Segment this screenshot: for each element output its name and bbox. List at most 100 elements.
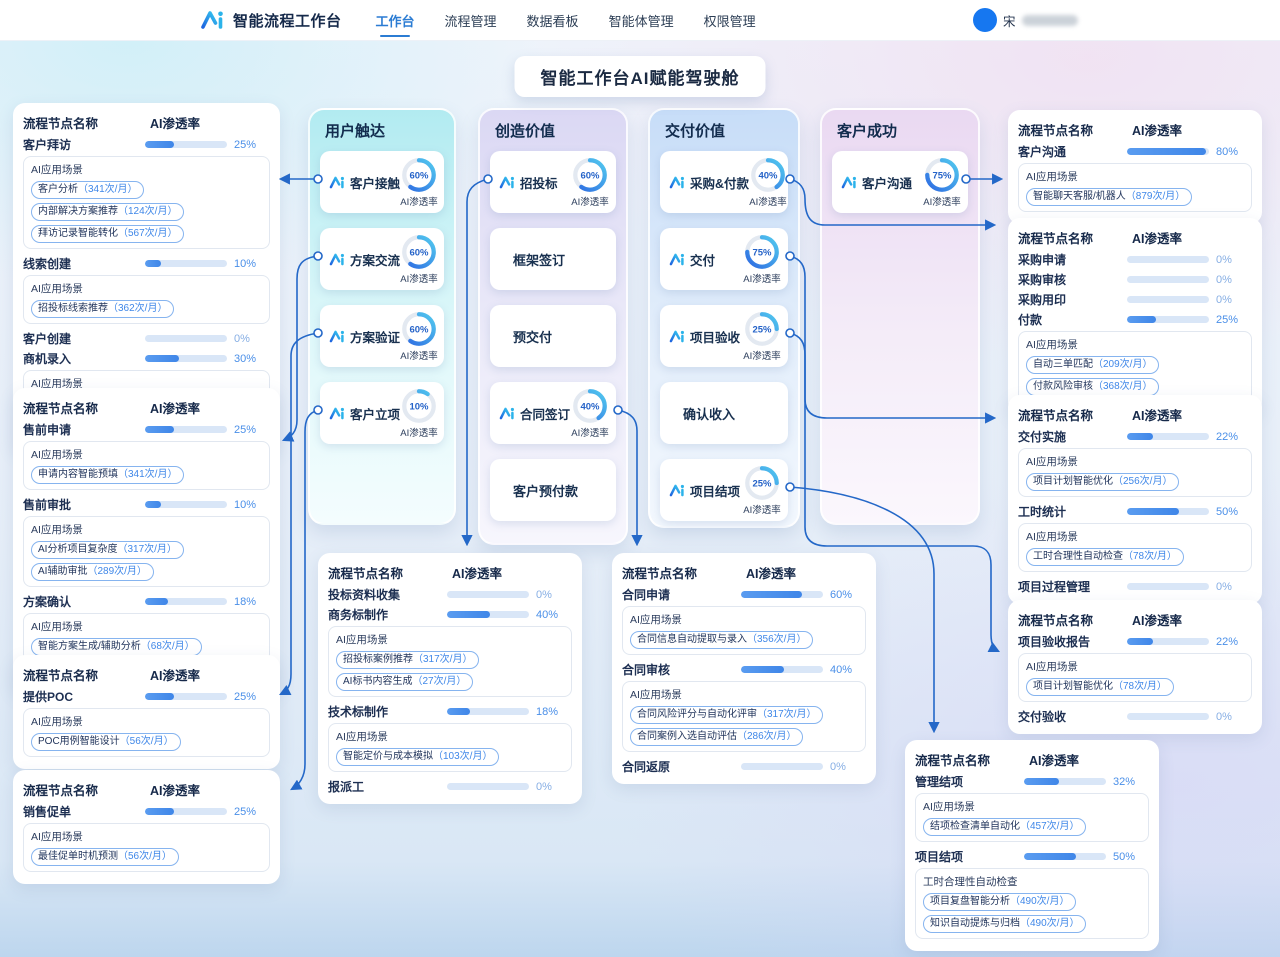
flow-node-项目结项[interactable]: 项目结项25%AI渗透率 [660, 459, 788, 521]
penetration-value: 22% [1209, 636, 1252, 648]
flow-node-框架签订[interactable]: 框架签订 [490, 228, 616, 290]
card-header-node-col: 流程节点名称 [1018, 120, 1132, 139]
scenario-chip[interactable]: POC用例智能设计（56次/月） [31, 733, 181, 751]
node-name: 合同申请 [622, 586, 741, 603]
flow-column-title: 用户触达 [310, 110, 454, 151]
top-nav-bar: 智能流程工作台 工作台流程管理数据看板智能体管理权限管理 宋 [0, 0, 1280, 41]
penetration-bar [447, 783, 529, 790]
scenario-chip[interactable]: 项目复盘智能分析（490次/月） [923, 893, 1076, 911]
nav-item-智能体管理[interactable]: 智能体管理 [609, 0, 674, 40]
donut-caption: AI渗透率 [743, 348, 780, 362]
penetration-value: 40% [529, 609, 572, 621]
penetration-bar [447, 708, 529, 715]
scenario-chip[interactable]: 自动三单匹配（209次/月） [1026, 356, 1159, 374]
scenario-chip[interactable]: 最佳促单时机预测（56次/月） [31, 848, 179, 866]
flow-node-客户接触[interactable]: 客户接触60%AI渗透率 [320, 151, 444, 213]
scenario-chip[interactable]: AI辅助审批（289次/月） [31, 563, 154, 581]
penetration-value: 25% [227, 691, 270, 703]
scenario-label: AI应用场景 [31, 829, 262, 844]
flow-column-title: 创造价值 [480, 110, 626, 151]
penetration-value: 0% [529, 589, 572, 601]
scenario-chip[interactable]: 结项检查清单自动化（457次/月） [923, 818, 1086, 836]
node-row-客户沟通: 客户沟通80%AI应用场景智能聊天客服/机器人（879次/月） [1018, 143, 1252, 212]
scenario-chip[interactable]: AI标书内容生成（27次/月） [336, 673, 473, 691]
node-name: 线索创建 [23, 255, 145, 272]
node-name: 销售促单 [23, 803, 145, 820]
scenario-chip[interactable]: 知识自动提炼与归档（490次/月） [923, 915, 1086, 933]
node-name: 采购申请 [1018, 251, 1127, 268]
donut-caption: AI渗透率 [743, 271, 780, 285]
flow-node-采购&付款[interactable]: 采购&付款40%AI渗透率 [660, 151, 788, 213]
info-card-acceptance: 流程节点名称AI渗透率项目验收报告 22% AI应用场景项目计划智能优化（78次/月… [1008, 600, 1262, 734]
nav-item-流程管理[interactable]: 流程管理 [445, 0, 497, 40]
user-box[interactable]: 宋 [973, 0, 1078, 40]
svg-text:60%: 60% [580, 170, 600, 181]
flow-column-title: 客户成功 [822, 110, 978, 151]
scenario-chip[interactable]: 内部解决方案推荐（124次/月） [31, 203, 184, 221]
node-name: 项目验收报告 [1018, 633, 1127, 650]
scenario-label: AI应用场景 [1026, 337, 1244, 352]
scenario-chip[interactable]: 合同风险评分与自动化评审（317次/月） [630, 706, 823, 724]
penetration-bar [1127, 316, 1209, 323]
node-row-合同返原: 合同返原0% [622, 758, 866, 775]
flow-node-招投标[interactable]: 招投标60%AI渗透率 [490, 151, 616, 213]
flow-node-客户沟通[interactable]: 客户沟通75%AI渗透率 [832, 151, 968, 213]
penetration-bar [1127, 256, 1209, 263]
penetration-value: 18% [529, 706, 572, 718]
scenario-label: 工时合理性自动检查 [923, 874, 1141, 889]
svg-text:40%: 40% [759, 170, 779, 181]
dashboard-title-banner: 智能工作台AI赋能驾驶舱 [515, 56, 766, 97]
scenario-chip[interactable]: 申请内容智能预填（341次/月） [31, 466, 184, 484]
scenario-chip[interactable]: AI分析项目复杂度（317次/月） [31, 541, 184, 559]
svg-text:10%: 10% [410, 401, 430, 412]
flow-node-方案交流[interactable]: 方案交流60%AI渗透率 [320, 228, 444, 290]
node-name: 商机录入 [23, 350, 145, 367]
nav-item-工作台[interactable]: 工作台 [376, 0, 415, 40]
flow-node-label: 客户接触 [350, 173, 400, 192]
info-card-bidding: 流程节点名称AI渗透率投标资料收集0%商务标制作40%AI应用场景招投标案例推荐… [318, 553, 582, 804]
scenario-box: AI应用场景工时合理性自动检查（78次/月） [1018, 523, 1252, 572]
donut-caption: AI渗透率 [749, 194, 786, 208]
scenario-chip[interactable]: 客户分析（341次/月） [31, 181, 144, 199]
penetration-value: 0% [823, 761, 866, 773]
flow-node-交付[interactable]: 交付75%AI渗透率 [660, 228, 788, 290]
scenario-chip[interactable]: 智能定价与成本模拟（103次/月） [336, 748, 499, 766]
scenario-chip[interactable]: 项目计划智能优化（78次/月） [1026, 678, 1174, 696]
node-row-销售促单: 销售促单25%AI应用场景最佳促单时机预测（56次/月） [23, 803, 270, 872]
flow-node-客户预付款[interactable]: 客户预付款 [490, 459, 616, 521]
scenario-chip[interactable]: 工时合理性自动检查（78次/月） [1026, 548, 1184, 566]
scenario-chip[interactable]: 招投标案例推荐（317次/月） [336, 651, 479, 669]
scenario-chip[interactable]: 付款风险审核（368次/月） [1026, 378, 1159, 396]
flow-node-确认收入[interactable]: 确认收入 [660, 382, 788, 444]
nav-item-权限管理[interactable]: 权限管理 [704, 0, 756, 40]
penetration-value: 30% [227, 353, 270, 365]
scenario-chip[interactable]: 拜访记录智能转化（567次/月） [31, 225, 184, 243]
node-row-合同审核: 合同审核40%AI应用场景合同风险评分与自动化评审（317次/月）合同案例入选自… [622, 661, 866, 752]
node-row-交付验收: 交付验收0% [1018, 708, 1252, 725]
scenario-chip[interactable]: 招投标线索推荐（362次/月） [31, 300, 174, 318]
node-row-采购审核: 采购审核0% [1018, 271, 1252, 288]
scenario-box: 工时合理性自动检查项目复盘智能分析（490次/月） 知识自动提炼与归档（490次/… [915, 868, 1149, 939]
flow-node-预交付[interactable]: 预交付 [490, 305, 616, 367]
flow-node-项目验收[interactable]: 项目验收25%AI渗透率 [660, 305, 788, 367]
main-nav: 工作台流程管理数据看板智能体管理权限管理 [376, 0, 756, 40]
penetration-value: 25% [227, 139, 270, 151]
penetration-value: 0% [529, 781, 572, 793]
scenario-chip[interactable]: 合同案例入选自动评估（286次/月） [630, 728, 803, 746]
brand-name: 智能流程工作台 [233, 10, 342, 31]
node-name: 投标资料收集 [328, 586, 447, 603]
scenario-chip[interactable]: 智能聊天客服/机器人（879次/月） [1026, 188, 1192, 206]
scenario-chip[interactable]: 智能方案生成/辅助分析（68次/月） [31, 638, 202, 656]
penetration-bar [1024, 853, 1106, 860]
card-header-rate-col: AI渗透率 [150, 665, 270, 684]
scenario-box: AI应用场景项目计划智能优化（78次/月） [1018, 653, 1252, 702]
card-header: 流程节点名称AI渗透率 [1018, 610, 1252, 629]
user-avatar[interactable] [973, 8, 997, 32]
flow-node-客户立项[interactable]: 客户立项10%AI渗透率 [320, 382, 444, 444]
nav-item-数据看板[interactable]: 数据看板 [527, 0, 579, 40]
flow-node-方案验证[interactable]: 方案验证60%AI渗透率 [320, 305, 444, 367]
scenario-chip[interactable]: 项目计划智能优化（256次/月） [1026, 473, 1179, 491]
scenario-chip[interactable]: 合同信息自动提取与录入（356次/月） [630, 631, 813, 649]
flow-node-合同签订[interactable]: 合同签订40%AI渗透率 [490, 382, 616, 444]
node-name: 报派工 [328, 778, 447, 795]
